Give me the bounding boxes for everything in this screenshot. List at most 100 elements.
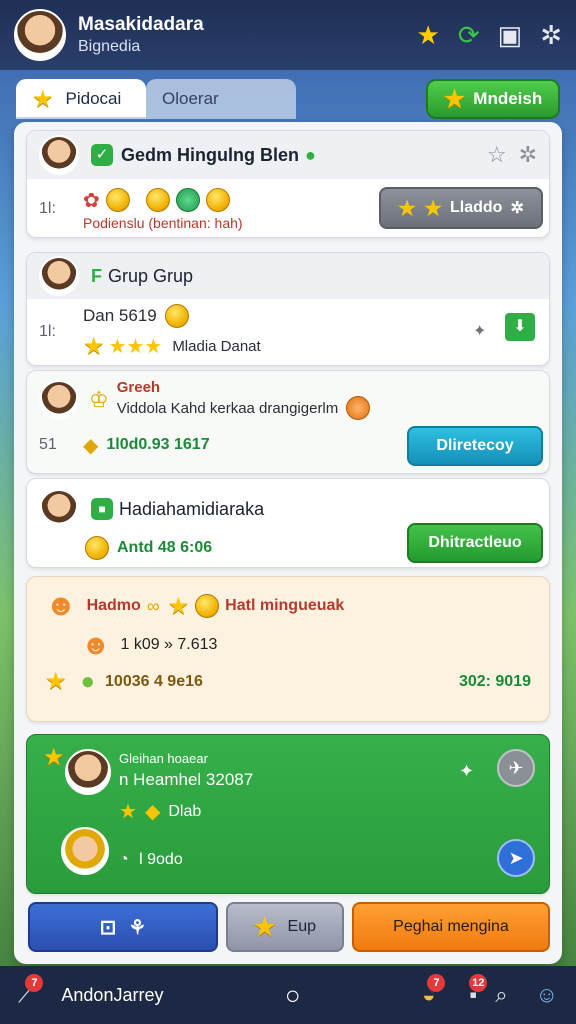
reward-value-2: 1 k09 » 7.613 xyxy=(120,636,218,653)
card-title: Grup Grup xyxy=(108,265,194,286)
card-rewards[interactable]: ☻ Hadmo ∞ ★ Hatl mingueuak ☻ 1 k09 » 7.6… xyxy=(26,576,550,722)
side-label: 51 xyxy=(39,436,57,453)
blue-action-button[interactable]: ⊡ ⚘ xyxy=(28,902,218,952)
button-label: Eup xyxy=(287,918,316,935)
card-group[interactable]: F Grup Grup 1l: Dan 5619 ★ ★★★ Mladia Da… xyxy=(26,252,550,366)
frog-icon: ● xyxy=(80,667,96,695)
blocks-icon[interactable]: ▪ 12 xyxy=(469,974,488,1008)
profile-avatar[interactable] xyxy=(14,9,66,61)
card-body: 51 ◆ 1l0d0.93 1617 Dliretecoy xyxy=(27,420,549,470)
gem-icon xyxy=(175,188,200,212)
settings-icon[interactable]: ✲ xyxy=(540,22,562,48)
user-subtitle: Bignedia xyxy=(78,38,141,55)
plane-icon[interactable]: ✈ xyxy=(497,749,535,787)
avatar xyxy=(39,379,79,420)
mndeish-button[interactable]: ★ Mndeish xyxy=(426,79,560,119)
dhitractleuo-button[interactable]: Dhitractleuo xyxy=(407,523,543,563)
star-icon: ★ xyxy=(254,913,276,941)
share-icon: ⚘ xyxy=(128,916,147,939)
group-subtitle: Mladia Danat xyxy=(172,337,261,355)
event-time: l 9odo xyxy=(139,851,183,868)
chart-icon[interactable]: ⟋ 7 xyxy=(18,974,44,1008)
card-hadiah[interactable]: ■ Hadiahamidiaraka Antd 48 6:06 Dhitract… xyxy=(26,478,550,568)
card-quest-1[interactable]: ✓ Gedm Hingulng Blen ● ☆ ✲ 1l: ✿ Podiens… xyxy=(26,130,550,238)
monkey-icon: ☻ xyxy=(81,629,111,660)
star-icon: ★ xyxy=(443,85,466,113)
button-label: Lladdo xyxy=(450,199,503,216)
notification-badge: 7 xyxy=(25,974,44,992)
search-icon[interactable]: ⌕ xyxy=(495,982,507,1008)
inventory-icon[interactable]: ▣ xyxy=(498,22,523,48)
eup-button[interactable]: ★ Eup xyxy=(226,902,344,952)
button-label: Dhitractleuo xyxy=(428,534,522,551)
main-panel: ✓ Gedm Hingulng Blen ● ☆ ✲ 1l: ✿ Podiens… xyxy=(14,122,562,964)
reward-block: ✿ Podienslu (bentinan: hah) xyxy=(83,188,243,231)
button-label: Dliretecoy xyxy=(436,437,514,454)
card-body: Antd 48 6:06 Dhitractleuo xyxy=(27,523,549,567)
card-title: Greeh xyxy=(116,379,161,396)
basket-icon[interactable]: ⬇ xyxy=(505,313,535,341)
card-header: ■ Hadiahamidiaraka xyxy=(27,479,549,529)
star-icon: ★ xyxy=(32,85,54,113)
star-icon: ★ xyxy=(398,197,417,220)
side-label: 1l: xyxy=(39,323,56,340)
star-icon: ★ xyxy=(424,197,443,220)
peghai-button[interactable]: Peghai mengina xyxy=(352,902,550,952)
sparkle-icon: ✦ xyxy=(459,761,475,781)
verified-icon: ● xyxy=(305,144,316,165)
card-header: F Grup Grup xyxy=(27,253,549,299)
send-icon[interactable]: ➤ xyxy=(497,839,535,877)
refresh-icon[interactable]: ⟳ xyxy=(458,22,480,48)
circle-icon[interactable]: ○ xyxy=(285,980,301,1011)
event-row-3: ◔ l 9odo xyxy=(119,851,183,869)
card-body: 1l: ✿ Podienslu (bentinan: hah) ★ ★ Llad… xyxy=(27,179,549,239)
badge-icon: ■ xyxy=(91,498,113,520)
group-details: Dan 5619 ★ ★★★ Mladia Danat xyxy=(83,303,261,361)
clock-icon: ◔ xyxy=(119,851,129,868)
reward-label-1: Hadmo xyxy=(86,597,141,614)
gear-icon: ✲ xyxy=(510,200,524,217)
gear-icon[interactable]: ✲ xyxy=(519,142,537,168)
event-text: Gleihan hoaear n Heamhel 32087 xyxy=(119,751,253,790)
bottom-actions: ⊡ ⚘ ★ Eup Peghai mengina xyxy=(14,902,562,954)
coin-icon xyxy=(105,188,130,212)
star-icon[interactable]: ★ xyxy=(417,22,440,48)
notification-badge: 7 xyxy=(427,974,446,992)
user-block: Masakidadara Bignedia xyxy=(78,14,204,56)
sparkle-icon: ✦ xyxy=(473,323,487,340)
character-icon[interactable]: ☺ xyxy=(536,982,558,1008)
greeh-value: 1l0d0.93 1617 xyxy=(106,436,210,453)
dliretecoy-button[interactable]: Dliretecoy xyxy=(407,426,543,466)
star-icon: ★ xyxy=(167,592,190,620)
tab-label: Oloerar xyxy=(162,89,219,108)
lladdo-button[interactable]: ★ ★ Lladdo ✲ xyxy=(379,187,543,229)
check-icon: ✓ xyxy=(91,144,113,166)
coin-icon xyxy=(164,303,189,328)
event-value: n Heamhel 32087 xyxy=(119,770,254,789)
monkey-icon: ☻ xyxy=(45,589,77,622)
group-flag-icon: F xyxy=(91,265,102,286)
notification-badge: 12 xyxy=(469,974,488,992)
star-icon: ★ xyxy=(45,668,67,695)
bowl-icon[interactable]: ◒ 7 xyxy=(422,974,446,1008)
nav-label: AndonJarrey xyxy=(61,984,164,1005)
event-row-2: ★ ◆ Dlab xyxy=(119,799,201,824)
gem-icon: ◆ xyxy=(144,801,161,823)
coin-icon xyxy=(205,188,230,212)
hadiah-value: Antd 48 6:06 xyxy=(117,539,213,556)
star-icon: ★ xyxy=(43,744,65,771)
reward-row-1: ☻ Hadmo ∞ ★ Hatl mingueuak xyxy=(27,577,549,623)
event-sub: Dlab xyxy=(168,802,202,820)
reward-row-3: ★ ● 10036 4 9e16 302: 9019 xyxy=(27,661,549,696)
card-title: Gedm Hingulng Blen xyxy=(121,144,299,165)
button-label: Peghai mengina xyxy=(393,918,509,935)
card-greeh[interactable]: ♔ Greeh Viddola Kahd kerkaa drangigerlm … xyxy=(26,370,550,474)
tabs-row: ★ Pidocai Oloerar ★ Mndeish xyxy=(16,76,560,122)
reward-value-3b: 302: 9019 xyxy=(458,672,531,690)
star-outline-icon[interactable]: ☆ xyxy=(487,142,507,168)
tab-pidocai[interactable]: ★ Pidocai xyxy=(16,79,146,119)
card-event[interactable]: ★ Gleihan hoaear n Heamhel 32087 ★ ◆ Dla… xyxy=(26,734,550,894)
avatar xyxy=(61,827,109,875)
tab-oloerar[interactable]: Oloerar xyxy=(146,79,296,119)
avatar xyxy=(39,256,79,296)
